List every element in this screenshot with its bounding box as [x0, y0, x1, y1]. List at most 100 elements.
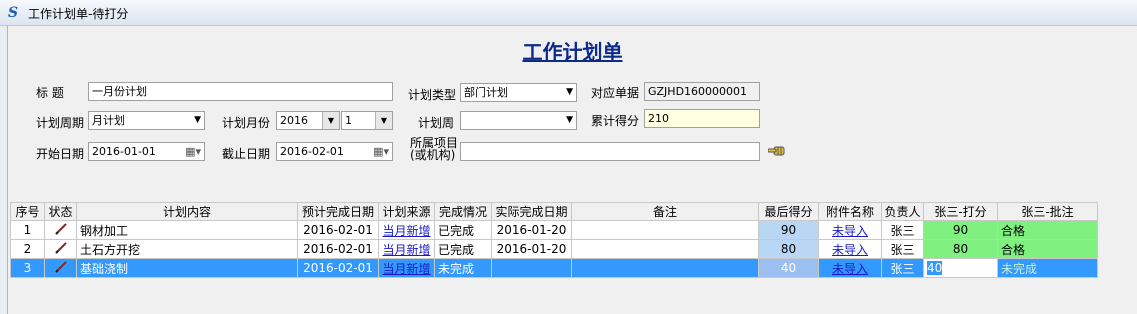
window-titlebar: S 工作计划单-待打分	[0, 0, 1137, 26]
row-source[interactable]: 当月新增	[378, 239, 435, 259]
table-row[interactable]: 1 钢材加工 2016-02-01 当月新增 已完成 2016-01-20 90…	[10, 220, 1098, 240]
col-header-owner[interactable]: 负责人	[881, 202, 924, 221]
start-date-value: 2016-01-01	[92, 145, 156, 158]
app-s-icon: S	[8, 5, 18, 20]
row-final-score[interactable]: 90	[758, 220, 819, 240]
title-label: 标 题	[36, 86, 64, 100]
col-header-completion[interactable]: 完成情况	[434, 202, 492, 221]
title-input[interactable]: 一月份计划	[88, 82, 393, 101]
row-actual-date[interactable]: 2016-01-20	[491, 220, 572, 240]
col-header-status[interactable]: 状态	[44, 202, 77, 221]
ref-doc-label: 对应单据	[591, 86, 640, 100]
col-header-comment[interactable]: 张三-批注	[997, 202, 1098, 221]
plan-month-value: 1	[345, 114, 352, 127]
window-frame-left	[0, 26, 8, 314]
start-date-picker[interactable]: 2016-01-01 ▦▾	[88, 142, 205, 161]
row-owner[interactable]: 张三	[881, 239, 924, 259]
row-completion[interactable]: 已完成	[434, 220, 492, 240]
pencil-icon	[54, 241, 67, 254]
row-status[interactable]	[44, 220, 77, 240]
row-attachment[interactable]: 未导入	[818, 258, 882, 278]
row-source[interactable]: 当月新增	[378, 258, 435, 278]
row-note[interactable]	[571, 258, 759, 278]
project-label-line2: (或机构)	[410, 148, 456, 162]
col-header-content[interactable]: 计划内容	[76, 202, 298, 221]
col-header-note[interactable]: 备注	[571, 202, 759, 221]
row-note[interactable]	[571, 220, 759, 240]
row-planned-date[interactable]: 2016-02-01	[297, 239, 379, 259]
source-link[interactable]: 当月新增	[382, 262, 430, 276]
plan-week-label: 计划周	[418, 116, 455, 130]
plan-cycle-select[interactable]: 月计划 ▼	[88, 111, 205, 130]
form-content: 工作计划单 标 题 一月份计划 计划类型 部门计划 ▼ 对应单据 GZJHD16…	[8, 27, 1137, 314]
row-rating[interactable]: 90	[923, 220, 998, 240]
row-planned-date[interactable]: 2016-02-01	[297, 220, 379, 240]
row-final-score[interactable]: 40	[758, 258, 819, 278]
col-header-planned-date[interactable]: 预计完成日期	[297, 202, 379, 221]
col-header-rating[interactable]: 张三-打分	[923, 202, 998, 221]
plan-items-grid: 序号 状态 计划内容 预计完成日期 计划来源 完成情况 实际完成日期 备注 最后…	[10, 202, 1098, 278]
source-link[interactable]: 当月新增	[382, 243, 430, 257]
source-link[interactable]: 当月新增	[382, 224, 430, 238]
chevron-down-icon: ▼	[322, 112, 339, 129]
row-content[interactable]: 钢材加工	[76, 220, 298, 240]
row-source[interactable]: 当月新增	[378, 220, 435, 240]
row-attachment[interactable]: 未导入	[818, 239, 882, 259]
row-completion[interactable]: 已完成	[434, 239, 492, 259]
plan-items-table: 序号 状态 计划内容 预计完成日期 计划来源 完成情况 实际完成日期 备注 最后…	[10, 202, 1098, 278]
attachment-link[interactable]: 未导入	[832, 243, 868, 257]
row-note[interactable]	[571, 239, 759, 259]
row-actual-date[interactable]: 2016-01-20	[491, 239, 572, 259]
attachment-link[interactable]: 未导入	[832, 262, 868, 276]
plan-week-select[interactable]: ▼	[460, 111, 577, 130]
row-attachment[interactable]: 未导入	[818, 220, 882, 240]
plan-year-select[interactable]: 2016 ▼	[276, 111, 340, 130]
plan-cycle-label: 计划周期	[36, 116, 85, 130]
end-date-picker[interactable]: 2016-02-01 ▦▾	[276, 142, 393, 161]
plan-type-select[interactable]: 部门计划 ▼	[460, 83, 577, 102]
row-comment[interactable]: 合格	[997, 220, 1098, 240]
total-score-label: 累计得分	[591, 114, 640, 128]
plan-type-label: 计划类型	[408, 88, 457, 102]
calendar-icon[interactable]: ▦▾	[185, 144, 201, 159]
row-status[interactable]	[44, 258, 77, 278]
row-actual-date[interactable]	[491, 258, 572, 278]
col-header-actual-date[interactable]: 实际完成日期	[491, 202, 572, 221]
row-owner[interactable]: 张三	[881, 258, 924, 278]
plan-type-value: 部门计划	[464, 86, 508, 99]
table-row[interactable]: 2 土石方开挖 2016-02-01 当月新增 已完成 2016-01-20 8…	[10, 239, 1098, 259]
chevron-down-icon: ▼	[375, 112, 392, 129]
chevron-down-icon: ▼	[566, 115, 573, 125]
col-header-attachment[interactable]: 附件名称	[818, 202, 882, 221]
pencil-icon	[54, 222, 67, 235]
row-status[interactable]	[44, 239, 77, 259]
row-comment[interactable]: 合格	[997, 239, 1098, 259]
row-content[interactable]: 土石方开挖	[76, 239, 298, 259]
svg-text:S: S	[8, 5, 18, 20]
row-planned-date[interactable]: 2016-02-01	[297, 258, 379, 278]
row-final-score[interactable]: 80	[758, 239, 819, 259]
col-header-no[interactable]: 序号	[10, 202, 45, 221]
table-row-selected[interactable]: 3 基础浇制 2016-02-01 当月新增 未完成 40 未导入 张三 40 …	[10, 258, 1098, 278]
hand-pointer-icon[interactable]	[768, 145, 786, 157]
plan-month-select[interactable]: 1 ▼	[341, 111, 393, 130]
rating-edit-input[interactable]: 40	[927, 261, 943, 275]
row-completion[interactable]: 未完成	[434, 258, 492, 278]
col-header-final-score[interactable]: 最后得分	[758, 202, 819, 221]
project-input[interactable]	[460, 142, 760, 161]
row-rating-editor[interactable]: 40	[923, 258, 998, 278]
row-no: 1	[10, 220, 45, 240]
col-header-source[interactable]: 计划来源	[378, 202, 435, 221]
row-content[interactable]: 基础浇制	[76, 258, 298, 278]
calendar-icon[interactable]: ▦▾	[373, 144, 389, 159]
window-title: 工作计划单-待打分	[28, 7, 129, 21]
chevron-down-icon: ▼	[566, 87, 573, 97]
row-rating[interactable]: 80	[923, 239, 998, 259]
row-no: 2	[10, 239, 45, 259]
chevron-down-icon: ▼	[194, 115, 201, 125]
row-owner[interactable]: 张三	[881, 220, 924, 240]
end-date-value: 2016-02-01	[280, 145, 344, 158]
row-comment[interactable]: 未完成	[997, 258, 1098, 278]
ref-doc-field: GZJHD160000001	[644, 82, 760, 101]
attachment-link[interactable]: 未导入	[832, 224, 868, 238]
